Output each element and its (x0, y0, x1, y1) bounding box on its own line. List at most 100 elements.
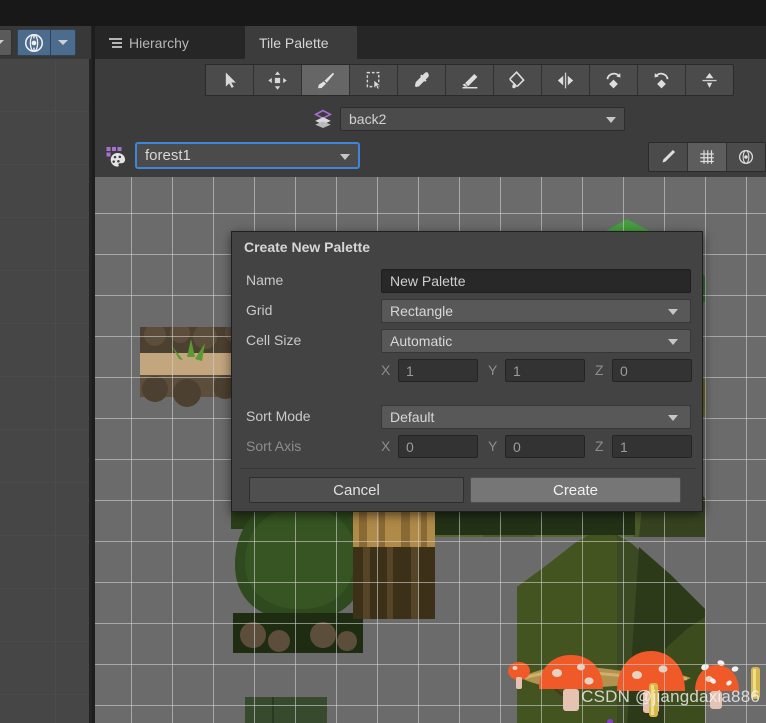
sort-z-value: 1 (620, 438, 628, 455)
paint-bucket-icon (509, 70, 525, 88)
flip-x-tool-button[interactable] (542, 65, 590, 95)
dialog-separator (240, 468, 696, 469)
name-input[interactable]: New Palette (381, 269, 691, 293)
rotate-counterclockwise-icon (654, 72, 669, 88)
scene-view-grid[interactable] (0, 59, 89, 723)
dialog-row-cell-vector: X 1 Y 1 Z 0 (232, 359, 704, 383)
cell-x-label: X (381, 362, 391, 378)
chevron-down-icon (668, 415, 678, 421)
cell-size-value: Automatic (390, 333, 453, 349)
grid-value: Rectangle (390, 303, 454, 319)
cell-y-input[interactable]: 1 (505, 359, 585, 382)
tab-bar: Hierarchy Tile Palette (95, 26, 766, 59)
paintbrush-icon (318, 72, 335, 88)
flip-y-tool-button[interactable] (686, 65, 733, 95)
grid-dropdown[interactable]: Rectangle (381, 299, 691, 323)
rotate-clockwise-icon (606, 72, 621, 88)
sort-y-value: 0 (513, 438, 521, 455)
cell-x-input[interactable]: 1 (398, 359, 478, 382)
chevron-down-icon (668, 339, 678, 345)
picker-tool-button[interactable] (398, 65, 446, 95)
box-select-icon (366, 71, 382, 90)
orientation-globe-icon (24, 33, 44, 52)
chest-flower-row-art (607, 719, 613, 723)
stone-brick-tiles-art (245, 697, 327, 723)
eraser-icon (462, 73, 478, 88)
sort-mode-label: Sort Mode (246, 408, 311, 424)
palette-selector-row: forest1 (95, 137, 766, 177)
cell-size-dropdown[interactable]: Automatic (381, 329, 691, 353)
palette-value: forest1 (145, 147, 191, 164)
top-strip (0, 0, 766, 26)
tilemap-layers-icon (311, 107, 335, 131)
pencil-icon (662, 149, 676, 163)
erase-tool-button[interactable] (446, 65, 494, 95)
cell-x-value: 1 (406, 362, 414, 379)
toggle-grid-button[interactable] (688, 143, 727, 171)
sort-y-input[interactable]: 0 (505, 435, 585, 458)
flip-vertical-icon (702, 72, 717, 88)
cursor-arrow-icon (225, 72, 236, 88)
cell-y-value: 1 (513, 362, 521, 379)
dialog-title: Create New Palette (244, 239, 371, 255)
unity-editor-window: Hierarchy Tile Palette back2 forest1 CSD… (0, 0, 766, 723)
palette-dropdown[interactable]: forest1 (135, 142, 360, 169)
tile-palette-icon (104, 145, 128, 169)
dialog-row-grid: Grid Rectangle (232, 299, 704, 325)
cell-size-label: Cell Size (246, 332, 302, 348)
cell-z-value: 0 (620, 362, 628, 379)
sort-x-label: X (381, 438, 391, 454)
chevron-down-icon (58, 40, 68, 45)
sort-mode-value: Default (390, 409, 435, 425)
scene-left-dropdown-button[interactable] (0, 29, 12, 56)
grid-label: Grid (246, 302, 273, 318)
tab-tile-palette-label: Tile Palette (259, 34, 329, 51)
name-label: Name (246, 272, 284, 288)
dialog-row-cell-size: Cell Size Automatic (232, 329, 704, 355)
sort-x-input[interactable]: 0 (398, 435, 478, 458)
tool-button-strip (205, 64, 734, 96)
fill-tool-button[interactable] (494, 65, 542, 95)
tab-tile-palette[interactable]: Tile Palette (245, 26, 357, 59)
chevron-down-icon (340, 153, 350, 160)
paint-tool-button[interactable] (302, 65, 350, 95)
create-button[interactable]: Create (470, 477, 681, 503)
box-fill-tool-button[interactable] (350, 65, 398, 95)
tab-hierarchy-label: Hierarchy (129, 34, 189, 51)
dialog-row-name: Name New Palette (232, 269, 704, 295)
scene-view-panel (0, 26, 92, 723)
scene-right-dropdown-button[interactable] (51, 29, 76, 56)
target-layer-dropdown[interactable]: back2 (340, 107, 625, 131)
chevron-down-icon (606, 117, 616, 123)
sort-z-label: Z (595, 438, 604, 454)
sort-z-input[interactable]: 1 (612, 435, 692, 458)
sort-mode-dropdown[interactable]: Default (381, 405, 691, 429)
target-layer-value: back2 (349, 111, 387, 127)
cell-y-label: Y (488, 362, 498, 378)
edit-palette-button[interactable] (649, 143, 688, 171)
sort-x-value: 0 (406, 438, 414, 455)
orientation-gizmo-button[interactable] (17, 29, 51, 56)
target-layer-row: back2 (95, 101, 766, 137)
hierarchy-icon (109, 37, 122, 48)
name-input-value: New Palette (390, 273, 466, 289)
chevron-down-icon (668, 309, 678, 315)
rotate-cw-tool-button[interactable] (590, 65, 638, 95)
cell-z-label: Z (595, 362, 604, 378)
chevron-down-icon (0, 40, 4, 45)
gizmo-button[interactable] (727, 143, 765, 171)
scene-gizmo-toolbar (0, 26, 91, 59)
sort-y-label: Y (488, 438, 498, 454)
cancel-button[interactable]: Cancel (249, 477, 464, 503)
rotate-ccw-tool-button[interactable] (638, 65, 686, 95)
dialog-row-sort-axis: Sort Axis X 0 Y 0 Z 1 (232, 435, 704, 459)
move-tool-button[interactable] (254, 65, 302, 95)
select-tool-button[interactable] (206, 65, 254, 95)
cell-z-input[interactable]: 0 (612, 359, 692, 382)
eyedropper-icon (414, 71, 429, 87)
grid-icon (700, 150, 714, 164)
tile-palette-toolbar (95, 59, 766, 101)
globe-icon (738, 149, 754, 165)
tab-hierarchy[interactable]: Hierarchy (95, 26, 245, 59)
sort-axis-label: Sort Axis (246, 438, 302, 454)
